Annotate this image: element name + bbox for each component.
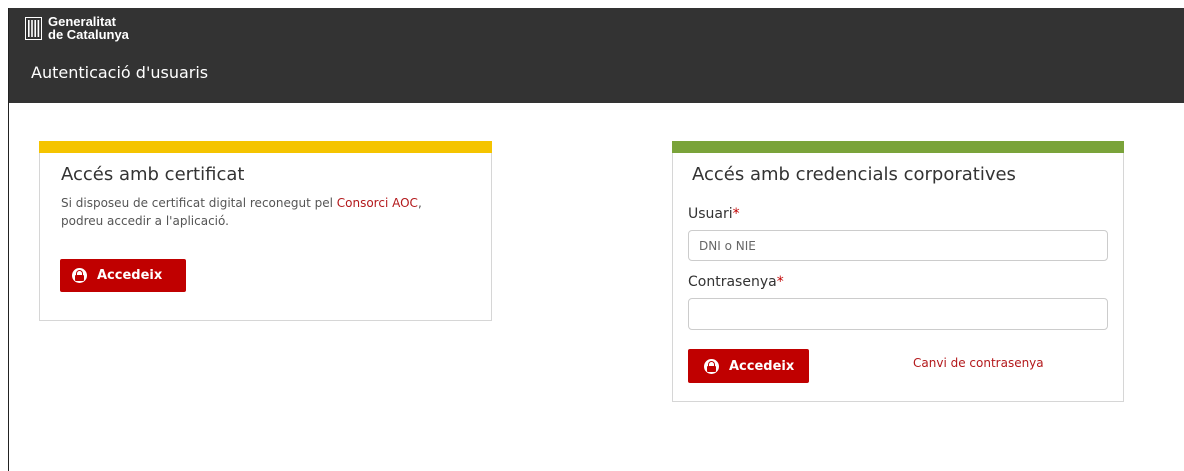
user-input[interactable] xyxy=(688,230,1108,261)
generalitat-logo[interactable]: Generalitat de Catalunya xyxy=(25,15,129,41)
credentials-card-accent xyxy=(672,141,1124,153)
credentials-login-label: Accedeix xyxy=(729,358,795,374)
certificate-login-label: Accedeix xyxy=(97,268,163,283)
top-header: Generalitat de Catalunya Autenticació d'… xyxy=(9,8,1184,103)
generalitat-emblem-icon xyxy=(25,16,42,40)
user-label-text: Usuari xyxy=(688,206,733,222)
page-frame: Generalitat de Catalunya Autenticació d'… xyxy=(8,8,1184,471)
certificate-desc-prefix: Si disposeu de certificat digital recone… xyxy=(61,196,337,210)
certificate-desc-mid: , xyxy=(417,196,422,210)
consorci-aoc-link[interactable]: Consorci AOC xyxy=(337,196,418,210)
password-label-text: Contrasenya xyxy=(688,274,777,290)
lock-icon xyxy=(72,268,87,283)
lock-icon xyxy=(704,358,719,374)
certificate-login-button[interactable]: Accedeix xyxy=(60,259,186,292)
user-required-mark: * xyxy=(732,206,740,222)
certificate-card-description: Si disposeu de certificat digital recone… xyxy=(61,194,481,230)
logo-line2: de Catalunya xyxy=(48,27,129,42)
certificate-card: Accés amb certificat Si disposeu de cert… xyxy=(39,141,492,321)
password-required-mark: * xyxy=(776,274,784,290)
certificate-desc-line2: podreu accedir a l'aplicació. xyxy=(61,214,229,228)
page-title: Autenticació d'usuaris xyxy=(31,63,209,82)
credentials-card-title: Accés amb credencials corporatives xyxy=(692,164,1016,185)
logo-text: Generalitat de Catalunya xyxy=(48,15,129,41)
change-password-link[interactable]: Canvi de contrasenya xyxy=(913,356,1044,370)
certificate-card-title: Accés amb certificat xyxy=(61,164,245,185)
password-field-label: Contrasenya* xyxy=(688,274,784,290)
user-field-label: Usuari* xyxy=(688,206,740,222)
credentials-card: Accés amb credencials corporatives Usuar… xyxy=(672,141,1124,402)
credentials-login-button[interactable]: Accedeix xyxy=(688,349,809,383)
certificate-card-accent xyxy=(39,141,492,153)
password-input[interactable] xyxy=(688,298,1108,330)
